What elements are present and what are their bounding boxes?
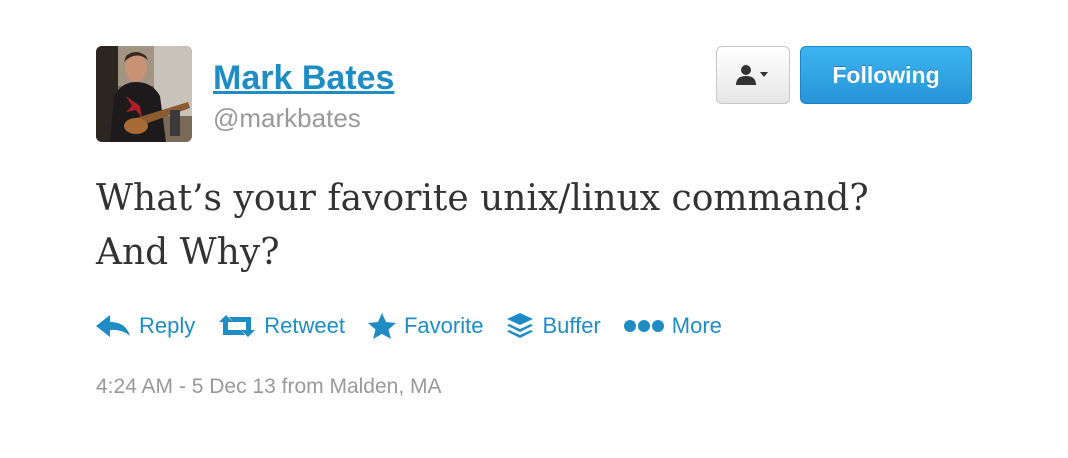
reply-label: Reply [139,313,196,338]
tweet-metadata: 4:24 AM - 5 Dec 13 from Malden, MA [96,372,442,402]
buffer-label: Buffer [542,313,601,338]
person-dropdown-icon [736,65,768,85]
favorite-label: Favorite [403,313,484,338]
retweet-icon [217,314,257,338]
more-action[interactable]: More [623,313,722,339]
retweet-label: Retweet [264,313,345,338]
retweet-action[interactable]: Retweet [217,313,345,339]
tweet-text-line: What’s your favorite unix/linux command? [96,178,869,219]
buffer-icon [505,311,535,341]
tweet-date: 5 Dec 13 [191,375,276,398]
user-menu-button[interactable] [716,46,790,104]
favorite-action[interactable]: Favorite [367,312,483,340]
user-avatar-photo-icon [96,46,192,142]
following-button[interactable]: Following [800,46,972,104]
avatar[interactable] [96,46,192,142]
timestamp-link[interactable]: 4:24 AM - 5 Dec 13 [96,375,276,398]
user-handle: @markbates [213,103,361,133]
tweet-location: from Malden, MA [275,375,442,398]
more-label: More [671,313,722,338]
star-icon [367,312,397,340]
reply-action[interactable]: Reply [96,313,195,339]
more-dots-icon [623,319,665,333]
tweet-actions: Reply Retweet Favorite Buffer More [96,308,744,344]
user-name-link[interactable]: Mark Bates [213,56,394,100]
reply-icon [96,314,132,338]
meta-separator: - [173,375,192,398]
tweet-time: 4:24 AM [96,375,174,398]
tweet-text: What’s your favorite unix/linux command?… [96,172,996,280]
tweet-text-line: And Why? [96,232,280,273]
buffer-action[interactable]: Buffer [505,311,601,341]
tweet-card: Mark Bates @markbates Following What’s y… [0,0,1068,458]
